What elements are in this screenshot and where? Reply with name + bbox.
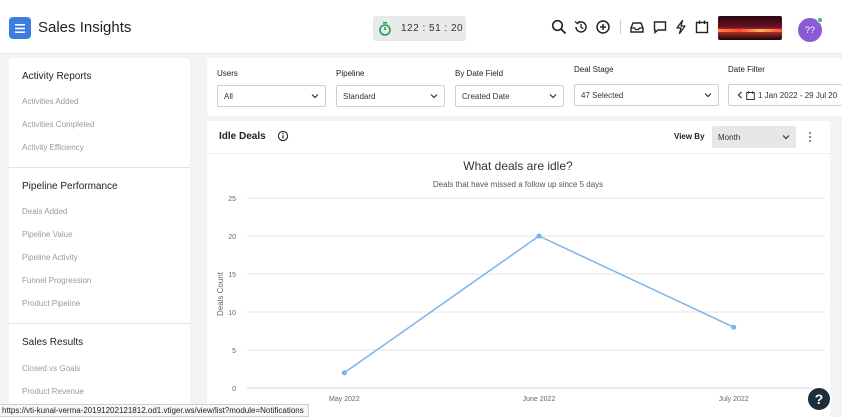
pipeline-filter-label: Pipeline <box>336 69 365 78</box>
date-range-value: 1 Jan 2022 - 29 Jul 20 <box>758 90 838 100</box>
x-tick-label: May 2022 <box>329 396 360 403</box>
sidebar-item-activities-added[interactable]: Activities Added <box>22 97 78 106</box>
view-by-value: Month <box>718 132 741 142</box>
series-line <box>343 235 734 374</box>
reports-sidebar: Activity Reports Activities Added Activi… <box>9 58 190 417</box>
date-field-select[interactable]: Created Date <box>455 85 564 107</box>
filter-bar: Users All Pipeline Standard By Date Fiel… <box>207 58 842 116</box>
data-point[interactable] <box>731 324 737 330</box>
app-title: Sales Insights <box>38 19 132 36</box>
y-tick-label: 20 <box>228 234 236 241</box>
card-title: Idle Deals <box>219 131 266 142</box>
sidebar-item-deals-added[interactable]: Deals Added <box>22 207 67 216</box>
sidebar-item-activity-efficiency[interactable]: Activity Efficiency <box>22 143 84 152</box>
calendar-icon <box>746 90 755 100</box>
hamburger-icon <box>15 23 25 33</box>
idle-deals-line-chart: What deals are idle? Deals that have mis… <box>216 159 825 403</box>
chart-subtitle: Deals that have missed a follow up since… <box>433 180 603 189</box>
timer-value: 122 : 51 : 20 <box>401 23 464 34</box>
users-filter-label: Users <box>217 69 238 78</box>
chevron-down-icon <box>704 93 712 98</box>
chat-icon[interactable] <box>652 19 668 35</box>
sidebar-item-product-revenue[interactable]: Product Revenue <box>22 387 84 396</box>
history-icon[interactable] <box>573 19 589 35</box>
x-tick-label: June 2022 <box>523 396 556 403</box>
sidebar-section-sales-results: Sales Results <box>22 337 84 348</box>
chevron-down-icon <box>430 94 438 99</box>
y-axis-label: Deals Count <box>216 271 225 316</box>
pipeline-select[interactable]: Standard <box>336 85 445 107</box>
sidebar-item-activities-completed[interactable]: Activities Completed <box>22 120 94 129</box>
chevron-down-icon <box>311 94 319 99</box>
more-options-icon[interactable] <box>807 130 813 144</box>
date-field-filter-label: By Date Field <box>455 69 504 78</box>
sidebar-item-product-pipeline[interactable]: Product Pipeline <box>22 299 80 308</box>
add-circle-icon[interactable] <box>595 19 611 35</box>
info-icon[interactable] <box>277 130 289 142</box>
chevron-down-icon <box>782 135 790 140</box>
deal-stage-select-value: 47 Selected <box>581 90 624 100</box>
sidebar-item-closed-vs-goals[interactable]: Closed vs Goals <box>22 364 80 373</box>
toolbar-divider <box>620 20 621 34</box>
browser-status-bar: https://vti-kunal-verma-20191202121812.o… <box>0 404 309 417</box>
inbox-icon[interactable] <box>629 19 645 35</box>
deal-stage-select[interactable]: 47 Selected <box>574 84 719 106</box>
top-bar: Sales Insights 122 : 51 : 20 ?? <box>0 0 842 54</box>
sidebar-section-pipeline-performance: Pipeline Performance <box>22 181 118 192</box>
hamburger-menu-button[interactable] <box>9 17 31 39</box>
sidebar-divider <box>9 167 190 168</box>
sidebar-section-activity-reports: Activity Reports <box>22 71 92 82</box>
y-tick-label: 5 <box>232 348 236 355</box>
sidebar-item-pipeline-value[interactable]: Pipeline Value <box>22 230 73 239</box>
sidebar-item-pipeline-activity[interactable]: Pipeline Activity <box>22 253 78 262</box>
date-field-select-value: Created Date <box>462 91 510 101</box>
date-filter-label: Date Filter <box>728 65 765 74</box>
deal-stage-filter-label: Deal Stage <box>574 65 614 74</box>
x-tick-label: July 2022 <box>719 396 749 403</box>
lightning-icon[interactable] <box>673 19 689 35</box>
users-select-value: All <box>224 91 233 101</box>
chevron-down-icon <box>549 94 557 99</box>
calendar-icon[interactable] <box>694 19 710 35</box>
sidebar-divider <box>9 323 190 324</box>
company-banner-image[interactable] <box>718 16 782 40</box>
pipeline-select-value: Standard <box>343 91 376 101</box>
help-button[interactable]: ? <box>806 386 832 412</box>
y-tick-label: 15 <box>228 272 236 279</box>
y-tick-label: 10 <box>228 310 236 317</box>
data-point[interactable] <box>536 233 542 239</box>
data-point[interactable] <box>341 370 347 376</box>
search-icon[interactable] <box>551 19 567 35</box>
stopwatch-icon <box>379 21 391 36</box>
view-by-label: View By <box>674 132 705 141</box>
y-tick-label: 0 <box>232 386 236 393</box>
idle-deals-card: Idle Deals View By Month What deals are … <box>207 121 830 417</box>
online-status-dot <box>817 17 823 23</box>
timer[interactable]: 122 : 51 : 20 <box>373 16 466 41</box>
view-by-select[interactable]: Month <box>712 126 796 148</box>
date-range-picker[interactable]: 1 Jan 2022 - 29 Jul 20 <box>728 84 842 106</box>
users-select[interactable]: All <box>217 85 326 107</box>
sidebar-item-funnel-progression[interactable]: Funnel Progression <box>22 276 91 285</box>
y-tick-label: 25 <box>228 196 236 203</box>
chart-title: What deals are idle? <box>463 159 573 173</box>
chevron-left-icon[interactable] <box>737 91 743 99</box>
